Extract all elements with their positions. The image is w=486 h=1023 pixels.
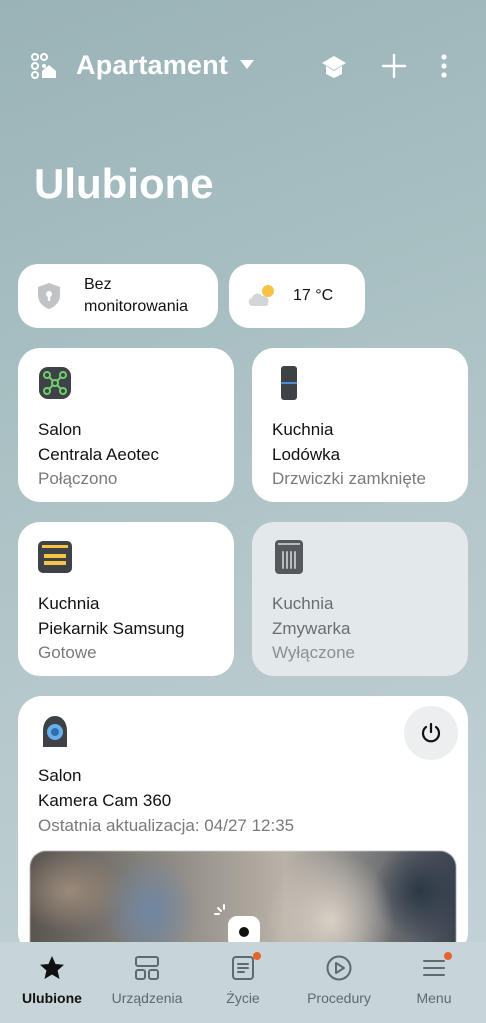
device-status: Ostatnia aktualizacja: 04/27 12:35 — [38, 816, 295, 835]
nav-item-favorites[interactable]: Ulubione — [2, 954, 102, 1006]
nav-label: Życie — [226, 990, 260, 1006]
device-room: Kuchnia — [38, 594, 100, 613]
weather-temperature: 17 °C — [293, 287, 334, 304]
device-card-oven[interactable]: Kuchnia Piekarnik Samsung Gotowe — [18, 522, 234, 676]
dishwasher-icon — [272, 540, 306, 574]
security-status-text: Bez monitorowania — [84, 276, 189, 315]
device-name: Piekarnik Samsung — [38, 619, 185, 638]
device-name: Zmywarka — [272, 619, 351, 638]
camera-icon — [38, 714, 72, 748]
fridge-icon — [272, 366, 306, 400]
nav-label: Ulubione — [22, 990, 82, 1006]
nav-label: Procedury — [307, 990, 371, 1006]
device-room: Kuchnia — [272, 420, 334, 439]
home-locations-icon[interactable] — [30, 52, 58, 80]
oven-icon — [38, 540, 72, 574]
notification-badge — [253, 952, 261, 960]
shield-icon — [36, 282, 62, 310]
device-card-hub[interactable]: Salon Centrala Aeotec Połączono — [18, 348, 234, 502]
nav-item-devices[interactable]: Urządzenia — [97, 954, 197, 1006]
device-room: Salon — [38, 766, 82, 785]
nav-item-menu[interactable]: Menu — [384, 952, 484, 1006]
security-status-chip[interactable]: Bez monitorowania — [18, 264, 218, 328]
nav-item-routines[interactable]: Procedury — [289, 954, 389, 1006]
device-name: Centrala Aeotec — [38, 445, 159, 464]
device-name: Lodówka — [272, 445, 341, 464]
device-card-fridge[interactable]: Kuchnia Lodówka Drzwiczki zamknięte — [252, 348, 468, 502]
nav-label: Menu — [416, 990, 452, 1006]
nav-item-life[interactable]: Życie — [193, 952, 293, 1006]
devices-grid-icon — [133, 954, 161, 982]
partly-cloudy-icon — [245, 282, 281, 310]
life-icon — [229, 952, 261, 982]
add-icon[interactable] — [378, 50, 410, 82]
more-options-icon[interactable] — [428, 50, 460, 82]
star-icon — [38, 954, 66, 982]
weather-chip[interactable]: 17 °C — [229, 264, 365, 328]
device-status: Połączono — [38, 469, 118, 488]
device-name: Kamera Cam 360 — [38, 791, 172, 810]
chevron-down-icon[interactable] — [240, 60, 254, 69]
device-status: Wyłączone — [272, 643, 355, 662]
notification-badge — [444, 952, 452, 960]
hub-icon — [38, 366, 72, 400]
home-hat-icon[interactable] — [318, 50, 350, 82]
device-room: Kuchnia — [272, 594, 334, 613]
device-status: Gotowe — [38, 643, 97, 662]
hamburger-menu-icon — [420, 952, 452, 982]
home-selector[interactable]: Apartament — [76, 50, 228, 81]
top-bar: Apartament — [0, 44, 486, 88]
device-room: Salon — [38, 420, 82, 439]
play-circle-icon — [325, 954, 353, 982]
device-card-dishwasher[interactable]: Kuchnia Zmywarka Wyłączone — [252, 522, 468, 676]
power-icon — [421, 722, 441, 743]
nav-label: Urządzenia — [111, 990, 183, 1006]
device-status: Drzwiczki zamknięte — [272, 469, 426, 488]
page-title: Ulubione — [34, 160, 214, 207]
power-button[interactable] — [404, 706, 458, 760]
bottom-navigation: Ulubione Urządzenia Życie Procedury Menu — [0, 942, 486, 1023]
